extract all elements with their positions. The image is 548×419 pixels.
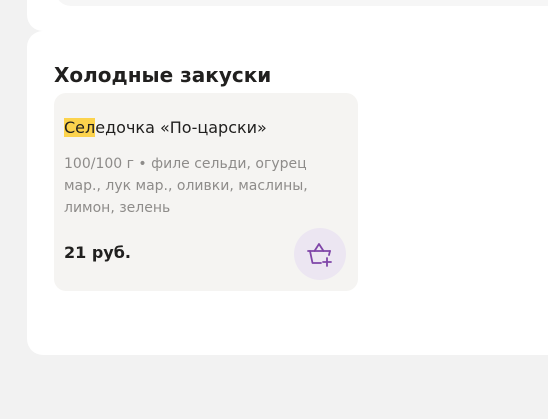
product-card[interactable]: Селедочка «По-царски» 100/100 г • филе с… <box>54 93 358 291</box>
menu-section-panel: Холодные закуски Селедочка «По-царски» 1… <box>27 31 548 355</box>
product-price: 21 руб. <box>64 243 131 262</box>
product-name-rest: едочка «По-царски» <box>95 118 267 137</box>
previous-product-card[interactable] <box>55 0 548 6</box>
product-name[interactable]: Селедочка «По-царски» <box>64 118 267 138</box>
basket-add-icon <box>307 243 332 267</box>
section-title: Холодные закуски <box>54 63 272 87</box>
previous-section-panel <box>27 0 548 31</box>
search-highlight: Сел <box>64 118 96 137</box>
product-description: 100/100 г • филе сельди, огурец мар., лу… <box>64 156 308 216</box>
add-to-cart-button[interactable] <box>294 228 346 280</box>
